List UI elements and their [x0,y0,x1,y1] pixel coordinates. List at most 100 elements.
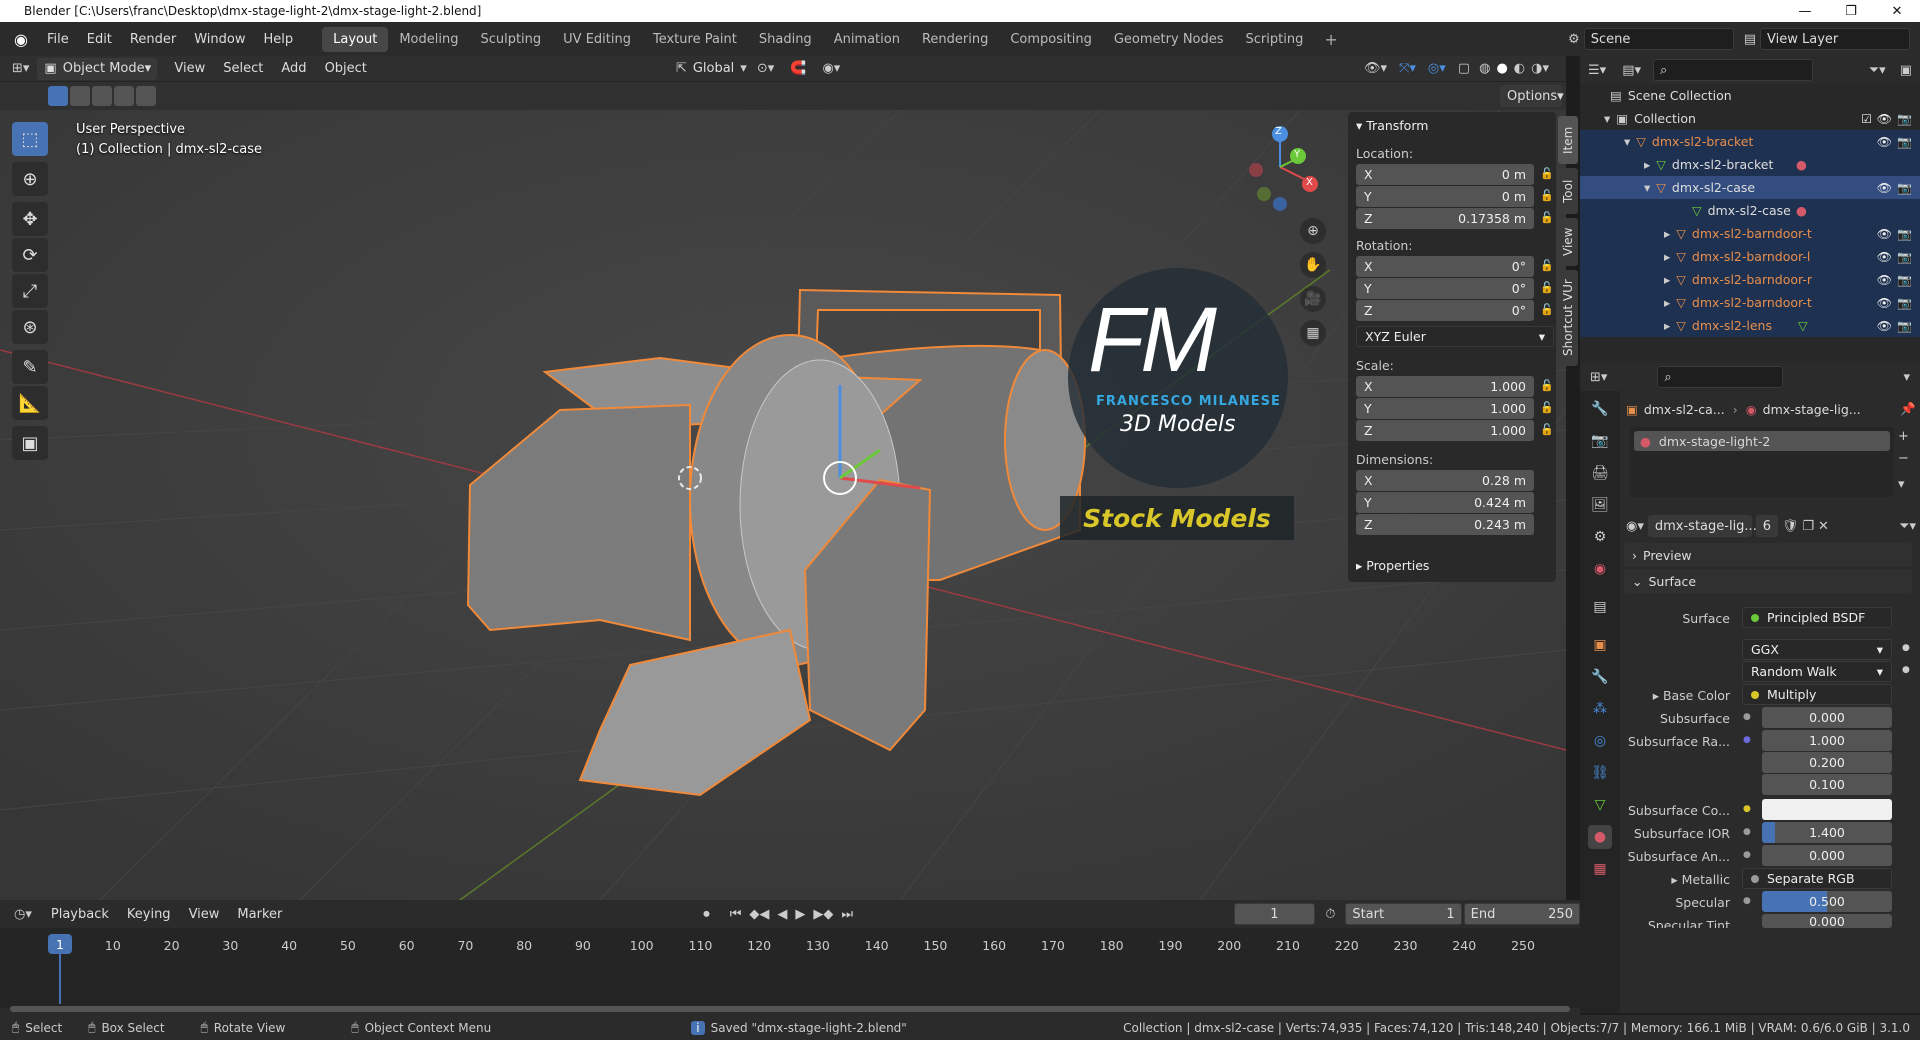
metallic-label[interactable]: ▸ Metallic [1620,872,1730,887]
annotate-tool-icon[interactable]: ✎ [12,350,48,384]
outliner-row-barndoor-right[interactable]: ▸ ▽ dmx-sl2-barndoor-r 👁 📷 [1580,268,1920,291]
editor-type-icon[interactable]: ⊞▾ [0,61,37,76]
tab-animation[interactable]: Animation [823,27,911,52]
outliner-row-bracket-mesh[interactable]: ▸ ▽ dmx-sl2-bracket ● [1580,153,1920,176]
world-tab-icon[interactable]: ◉ [1588,557,1612,581]
outliner-row-lens[interactable]: ▸ ▽ dmx-sl2-lens ▽ 👁 📷 [1580,314,1920,337]
subsurface-anisotropy-field[interactable]: 0.000 [1762,845,1892,866]
mode-selector[interactable]: ▣ Object Mode ▾ [37,57,158,80]
specular-tint-field[interactable]: 0.000 [1762,914,1892,928]
lock-icon[interactable]: 🔓 [1540,401,1554,414]
visibility-icon[interactable]: 👁▾ [1358,61,1393,76]
rotation-x-field[interactable]: X 0° [1356,256,1534,277]
material-name-field[interactable]: dmx-stage-lig... [1647,515,1757,537]
menu-render[interactable]: Render [121,32,185,47]
navigation-gizmo[interactable]: Z X Y [1238,122,1328,212]
orientation-selector[interactable]: Global [693,61,740,76]
select-new-icon[interactable] [48,86,68,106]
outliner-row-barndoor-bottom[interactable]: ▸ ▽ dmx-sl2-barndoor-t 👁 📷 [1580,291,1920,314]
outliner-type-icon[interactable]: ☰▾ [1580,63,1614,78]
camera-view-icon[interactable]: 🎥 [1300,286,1326,312]
location-x-field[interactable]: X0 m [1356,164,1534,185]
data-tab-icon[interactable]: ▽ [1588,793,1612,817]
pan-hand-icon[interactable]: ✋ [1300,252,1326,278]
menu-file[interactable]: File [38,32,78,47]
texture-tab-icon[interactable]: ▦ [1588,857,1612,881]
material-tab-icon[interactable]: ● [1588,825,1612,849]
expand-icon[interactable]: ▸ [1580,226,1670,241]
menu-add[interactable]: Add [272,61,315,76]
eye-icon[interactable]: 👁 [1877,227,1892,241]
material-slot-item[interactable]: ● dmx-stage-light-2 [1634,431,1890,451]
duplicate-material-icon[interactable]: ❐ [1802,519,1814,534]
scale-z-field[interactable]: Z 1.000 [1356,420,1534,441]
browse-material-icon[interactable]: ◉▾ [1626,519,1644,534]
tab-scripting[interactable]: Scripting [1235,27,1315,52]
eye-icon[interactable]: 👁 [1877,135,1892,149]
outliner-row-barndoor-top[interactable]: ▸ ▽ dmx-sl2-barndoor-t 👁 📷 [1580,222,1920,245]
base-color-field[interactable]: Multiply [1742,684,1892,705]
lock-icon[interactable]: 🔓 [1540,303,1554,316]
tab-view[interactable]: View [1558,218,1578,266]
select-extend-icon[interactable] [70,86,90,106]
subsurface-radius-x-field[interactable]: 1.000 [1762,730,1892,751]
add-workspace-icon[interactable]: + [1314,30,1347,49]
unlink-material-icon[interactable]: ✕ [1818,519,1829,534]
perspective-toggle-icon[interactable]: ▦ [1300,320,1326,346]
eye-icon[interactable]: 👁 [1877,250,1892,264]
outliner-row-bracket[interactable]: ▾ ▽ dmx-sl2-bracket 👁 📷 [1580,130,1920,153]
subsurface-field[interactable]: 0.000 [1762,707,1892,728]
lock-icon[interactable]: 🔓 [1540,211,1554,224]
view-layer-tab-icon[interactable]: 🖼 [1588,493,1612,517]
expand-icon[interactable]: ▾ [1580,111,1610,126]
tab-shortcut-vur[interactable]: Shortcut VUr [1558,270,1578,366]
lock-icon[interactable]: 🔓 [1540,167,1554,180]
fake-user-icon[interactable]: 🛡 [1782,519,1799,534]
gizmo-toggle-icon[interactable]: ⤧▾ [1393,61,1422,76]
outliner-search-input[interactable]: ⌕ [1653,59,1813,81]
menu-edit[interactable]: Edit [78,32,121,47]
particles-tab-icon[interactable]: ⁂ [1588,697,1612,721]
select-box-tool-icon[interactable]: ⬚ [12,122,48,156]
overlay-toggle-icon[interactable]: ◎▾ [1422,61,1452,76]
wireframe-shading-icon[interactable]: ◍ [1476,61,1493,76]
menu-object[interactable]: Object [316,61,376,76]
3d-viewport[interactable]: User Perspective (1) Collection | dmx-sl… [0,110,1566,900]
dimensions-y-field[interactable]: Y 0.424 m [1356,492,1534,513]
select-invert-icon[interactable] [114,86,134,106]
node-filter-icon[interactable]: ⏷▾ [1899,519,1916,534]
remove-slot-icon[interactable]: − [1898,451,1909,466]
scale-tool-icon[interactable]: ⤢ [12,274,48,308]
timeline-scrollbar[interactable] [10,1006,1570,1012]
expand-icon[interactable]: ▸ [1580,295,1670,310]
display-mode-icon[interactable]: ▤▾ [1614,63,1649,78]
eye-icon[interactable]: 👁 [1877,296,1892,310]
dimensions-x-field[interactable]: X 0.28 m [1356,470,1534,491]
eye-icon[interactable]: 👁 [1877,112,1892,126]
subsurface-method-dropdown[interactable]: Random Walk ▾ [1742,661,1892,682]
location-z-field[interactable]: Z 0.17358 m [1356,208,1534,229]
expand-icon[interactable]: ▾ [1580,134,1630,149]
surface-panel-header[interactable]: ⌄ Surface [1624,569,1912,593]
rotation-z-field[interactable]: Z 0° [1356,300,1534,321]
menu-view[interactable]: View [165,61,214,76]
transform-header[interactable]: ▾ Transform [1356,118,1428,133]
outliner-row-case-mesh[interactable]: ▽ dmx-sl2-case ● [1580,199,1920,222]
camera-icon[interactable]: 📷 [1897,319,1912,333]
close-button[interactable]: ✕ [1874,4,1920,19]
dimensions-z-field[interactable]: Z 0.243 m [1356,514,1534,535]
tab-tool[interactable]: Tool [1558,168,1578,214]
outliner-row-barndoor-left[interactable]: ▸ ▽ dmx-sl2-barndoor-l 👁 📷 [1580,245,1920,268]
material-users-count[interactable]: 6 [1755,515,1778,537]
xray-icon[interactable]: ▢ [1452,61,1476,76]
view-layer-icon[interactable]: ▤ [1740,32,1760,47]
slot-menu-icon[interactable]: ▾ [1898,477,1905,492]
lock-icon[interactable]: 🔓 [1540,189,1554,202]
checkbox-icon[interactable]: ☑ [1861,112,1872,126]
subsurface-color-swatch[interactable] [1762,799,1892,820]
tab-texture-paint[interactable]: Texture Paint [642,27,748,52]
outliner-row-case[interactable]: ▾ ▽ dmx-sl2-case 👁 📷 [1580,176,1920,199]
expand-icon[interactable]: ▸ [1580,157,1650,172]
select-mode-buttons[interactable] [48,86,158,106]
subsurface-radius-y-field[interactable]: 0.200 [1762,752,1892,773]
